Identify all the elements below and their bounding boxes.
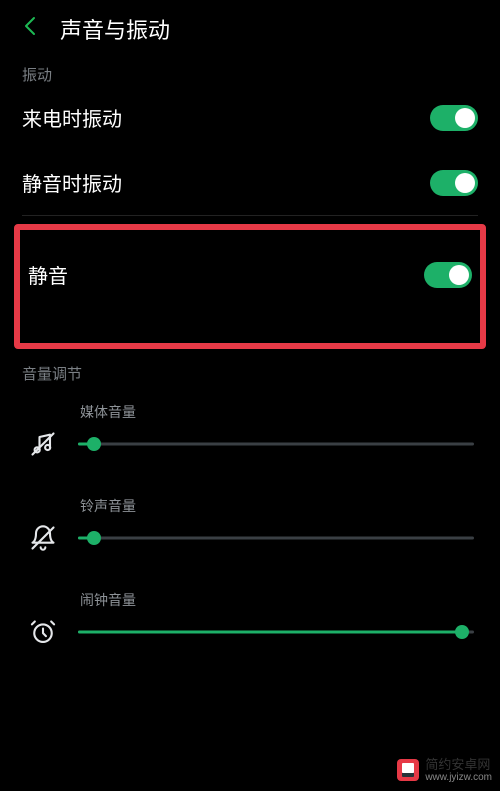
divider — [22, 215, 478, 216]
row-mute[interactable]: 静音 — [20, 242, 480, 307]
slider-media[interactable] — [78, 428, 474, 460]
section-label-volume: 音量调节 — [22, 363, 478, 384]
toggle-vibrate-on-silent[interactable] — [430, 170, 478, 196]
volume-media: 媒体音量 — [22, 402, 478, 460]
highlight-annotation: 静音 — [14, 224, 486, 349]
slider-label: 铃声音量 — [80, 496, 478, 516]
toggle-mute[interactable] — [424, 262, 472, 288]
volume-alarm: 闹钟音量 — [22, 590, 478, 648]
volume-ring: 铃声音量 — [22, 496, 478, 554]
row-label: 静音时振动 — [22, 168, 122, 197]
media-mute-icon — [22, 430, 64, 458]
alarm-clock-icon — [22, 618, 64, 646]
row-label: 静音 — [28, 260, 68, 289]
bell-mute-icon — [22, 524, 64, 552]
page-title: 声音与振动 — [60, 13, 170, 45]
volume-section: 音量调节 媒体音量 铃声音量 — [0, 359, 500, 648]
toggle-knob — [455, 108, 475, 128]
toggle-knob — [449, 265, 469, 285]
toggle-knob — [455, 173, 475, 193]
row-label: 来电时振动 — [22, 103, 122, 132]
watermark: 简约安卓网 www.jyizw.com — [397, 758, 492, 783]
slider-alarm[interactable] — [78, 616, 474, 648]
toggle-vibrate-on-ring[interactable] — [430, 105, 478, 131]
watermark-name: 简约安卓网 — [425, 758, 492, 772]
section-label-vibration: 振动 — [0, 58, 500, 85]
row-vibrate-on-ring[interactable]: 来电时振动 — [0, 85, 500, 150]
slider-label: 闹钟音量 — [80, 590, 478, 610]
slider-label: 媒体音量 — [80, 402, 478, 422]
header-bar: 声音与振动 — [0, 0, 500, 58]
row-vibrate-on-silent[interactable]: 静音时振动 — [0, 150, 500, 215]
slider-ring[interactable] — [78, 522, 474, 554]
back-icon[interactable] — [18, 14, 42, 45]
watermark-logo-icon — [397, 759, 419, 781]
watermark-url: www.jyizw.com — [425, 772, 492, 783]
settings-screen: 声音与振动 振动 来电时振动 静音时振动 静音 音量调节 媒体音量 — [0, 0, 500, 791]
